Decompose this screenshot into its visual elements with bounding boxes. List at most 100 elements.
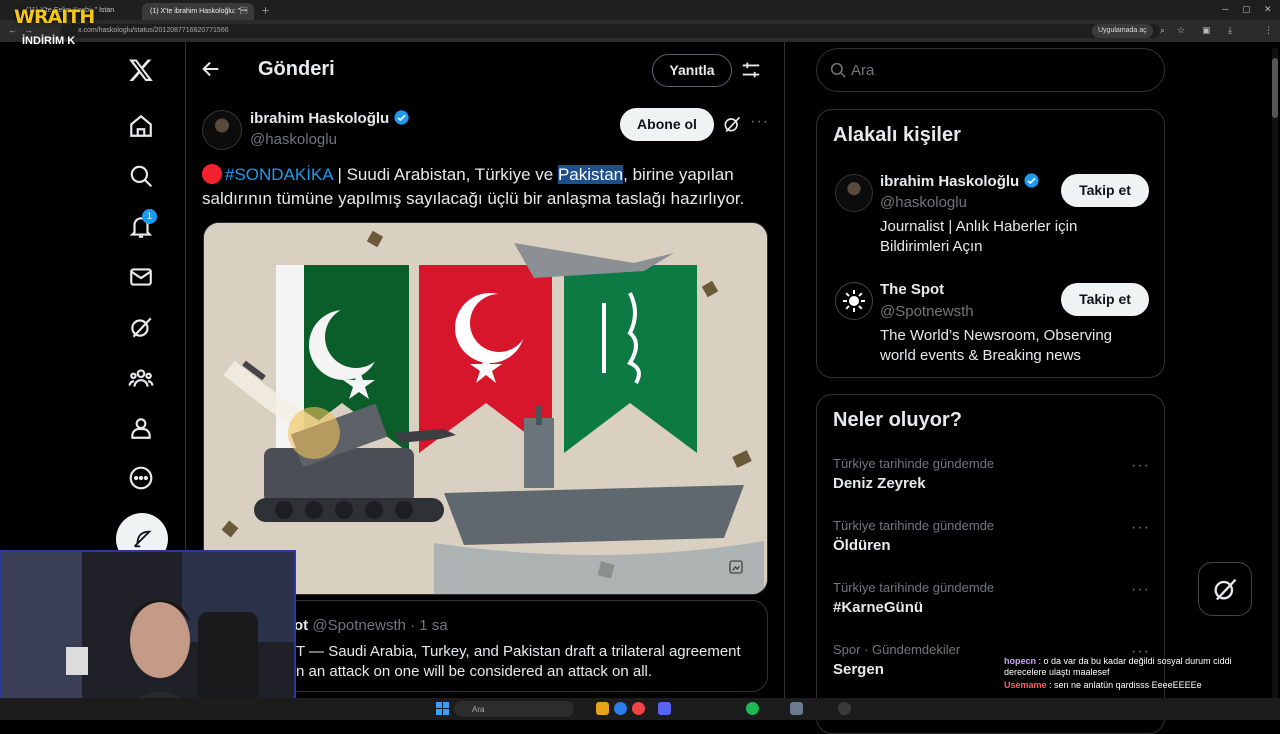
grok-explain-icon[interactable] — [722, 114, 742, 134]
related-people-panel: Alakalı kişiler ibrahim Haskoloğlu @hask… — [816, 109, 1165, 378]
download-icon[interactable]: ⤓ — [1228, 25, 1232, 36]
edge-browser-icon[interactable] — [614, 702, 627, 715]
zoom-icon[interactable]: ⌕ — [1160, 25, 1165, 36]
trend-more-icon[interactable]: ··· — [1131, 457, 1150, 475]
address-bar-area: ← → x.com/haskologlu/status/201208771662… — [0, 20, 1280, 42]
related-name-row[interactable]: ibrahim Haskoloğlu — [880, 172, 1040, 190]
main-column-right-border — [784, 42, 785, 720]
subscribe-button[interactable]: Abone ol — [620, 108, 714, 141]
open-in-app-label: Uygulamada aç — [1098, 27, 1147, 34]
post-more-options-icon[interactable]: ··· — [750, 113, 769, 131]
browser-menu-icon[interactable]: ⋮ — [1264, 25, 1273, 36]
trend-name: #KarneGünü — [833, 599, 924, 616]
windows-start-icon[interactable] — [436, 702, 449, 715]
streamer-webcam-feed — [2, 552, 294, 718]
grok-icon — [1214, 578, 1237, 601]
home-icon[interactable] — [116, 106, 166, 146]
reply-settings-sliders-icon[interactable] — [740, 59, 762, 81]
trend-name: Sergen — [833, 661, 884, 678]
search-input[interactable]: Ara — [816, 48, 1165, 92]
chrome-browser-icon[interactable] — [632, 702, 645, 715]
scrollbar-thumb[interactable] — [1272, 58, 1278, 118]
webcam-overlay — [0, 550, 296, 720]
trend-category: Türkiye tarihinde gündemde — [833, 456, 995, 471]
communities-icon[interactable] — [116, 358, 166, 398]
author-name-row[interactable]: ibrahim Haskoloğlu — [250, 109, 410, 127]
back-arrow-icon[interactable] — [200, 58, 226, 82]
chat-username: hopecn — [1004, 656, 1037, 666]
related-person-name[interactable]: The Spot — [880, 281, 944, 298]
trend-category: Türkiye tarihinde gündemde — [833, 518, 995, 533]
close-window-icon[interactable]: ✕ — [1264, 4, 1272, 15]
author-handle[interactable]: @haskologlu — [250, 131, 337, 148]
trend-category: Spor · Gündemdekiler — [833, 642, 961, 657]
trend-item[interactable]: Türkiye tarihinde gündemde Deniz Zeyrek — [833, 456, 994, 492]
x-logo-icon[interactable] — [116, 50, 166, 90]
windows-taskbar: Ara — [0, 698, 1280, 720]
related-title: Alakalı kişiler — [833, 124, 961, 146]
follow-button[interactable]: Takip et — [1061, 283, 1149, 316]
verified-badge-icon — [1024, 173, 1039, 188]
trend-more-icon[interactable]: ··· — [1131, 581, 1150, 599]
open-in-app-chip[interactable]: Uygulamada aç — [1092, 24, 1153, 38]
taskbar-search-input[interactable]: Ara — [454, 701, 574, 717]
discord-icon[interactable] — [658, 702, 671, 715]
grok-icon[interactable] — [116, 307, 166, 347]
author-name: ibrahim Haskoloğlu — [250, 110, 390, 127]
related-person-name: ibrahim Haskoloğlu — [880, 173, 1020, 190]
grok-floating-button[interactable] — [1198, 562, 1252, 616]
red-circle-emoji-icon — [202, 164, 222, 184]
maximize-icon[interactable]: ▢ — [1242, 4, 1251, 15]
stream-sponsor-subtitle: İNDİRİM K — [22, 35, 76, 47]
sun-logo-icon — [843, 290, 865, 312]
extensions-icon[interactable]: ▣ — [1202, 25, 1211, 36]
tab-label: (1) X'te ibrahim Haskoloğlu: " — [150, 8, 248, 15]
new-tab-icon[interactable]: ＋ — [261, 4, 270, 17]
trend-name: Deniz Zeyrek — [833, 475, 926, 492]
trend-more-icon[interactable]: ··· — [1131, 519, 1150, 537]
quoted-text: T — Saudi Arabia, Turkey, and Pakistan d… — [296, 642, 741, 682]
search-icon[interactable] — [116, 156, 166, 196]
post-image[interactable] — [203, 222, 768, 595]
url-field[interactable]: x.com/haskologlu/status/2012087716620771… — [60, 24, 1160, 38]
profile-icon[interactable] — [116, 408, 166, 448]
quoted-header: ot @Spotnewsth · 1 sa — [294, 617, 448, 634]
flags-military-illustration — [204, 223, 767, 594]
minimize-icon[interactable]: ─ — [1222, 4, 1228, 14]
messages-mail-icon[interactable] — [116, 257, 166, 297]
browser-tab-active[interactable]: (1) X'te ibrahim Haskoloğlu: " — [142, 3, 254, 20]
taskbar-app-icon[interactable] — [790, 702, 803, 715]
obs-studio-icon[interactable] — [838, 702, 851, 715]
reply-button[interactable]: Yanıtla — [652, 54, 732, 87]
trend-item[interactable]: Spor · Gündemdekiler Sergen — [833, 642, 960, 678]
quoted-author-name: ot — [294, 617, 309, 634]
notifications-bell-icon[interactable]: 1 — [116, 207, 166, 247]
more-circle-icon[interactable] — [116, 458, 166, 498]
file-explorer-icon[interactable] — [596, 702, 609, 715]
image-edit-icon[interactable] — [728, 559, 744, 575]
post-text: #SONDAKİKA | Suudi Arabistan, Türkiye ve… — [202, 163, 772, 211]
search-placeholder: Ara — [851, 62, 875, 79]
related-person-bio: Journalist | Anlık Haberler için Bildiri… — [880, 218, 1078, 255]
chat-text: : sen ne anlatün qardisss EeeeEEEEe — [1046, 680, 1202, 690]
related-person-handle[interactable]: @Spotnewsth — [880, 303, 974, 320]
trend-item[interactable]: Türkiye tarihinde gündemde Öldüren — [833, 518, 994, 554]
spotify-icon[interactable] — [746, 702, 759, 715]
post-text-segment: | Suudi Arabistan, Türkiye ve — [332, 165, 558, 184]
page-scrollbar[interactable] — [1272, 48, 1278, 698]
quoted-text-line: n an attack on one will be considered an… — [296, 663, 653, 680]
trend-item[interactable]: Türkiye tarihinde gündemde #KarneGünü — [833, 580, 994, 616]
stream-sponsor-logo: WRAITH — [14, 6, 95, 28]
related-person-handle[interactable]: @haskologlu — [880, 194, 967, 211]
taskbar-search-placeholder: Ara — [472, 705, 485, 714]
chat-message: Usemame : sen ne anlatün qardisss EeeeEE… — [1004, 680, 1266, 691]
notification-count-badge: 1 — [142, 209, 157, 224]
trend-name: Öldüren — [833, 537, 891, 554]
related-avatar[interactable] — [835, 174, 873, 212]
quoted-post-time: · 1 sa — [410, 617, 448, 634]
related-avatar[interactable] — [835, 282, 873, 320]
bookmark-star-icon[interactable]: ☆ — [1177, 25, 1185, 36]
follow-button[interactable]: Takip et — [1061, 174, 1149, 207]
hashtag-link[interactable]: #SONDAKİKA — [225, 165, 333, 184]
author-avatar[interactable] — [202, 110, 242, 150]
